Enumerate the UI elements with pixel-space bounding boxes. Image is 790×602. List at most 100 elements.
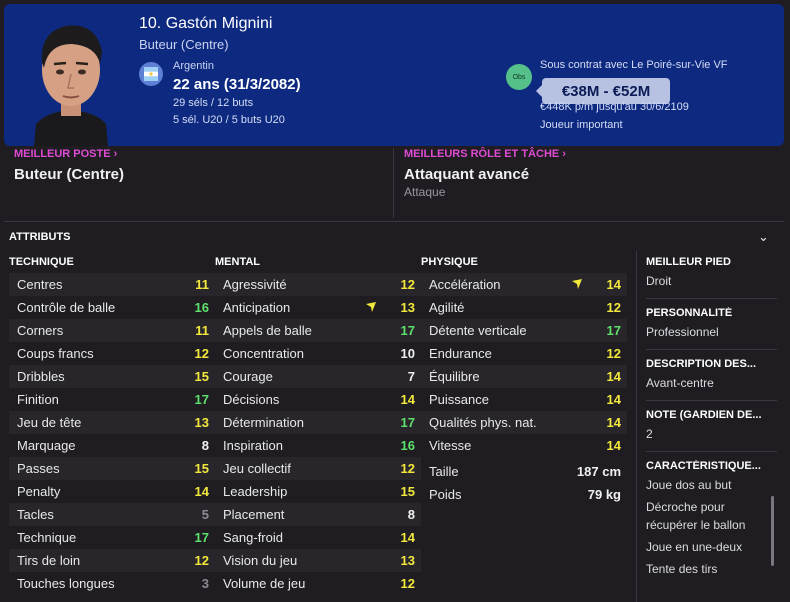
attribute-row[interactable]: Finition 17 <box>9 388 215 411</box>
attribute-row[interactable]: Technique 17 <box>9 526 215 549</box>
attribute-row[interactable]: Appels de balle 17 <box>215 319 421 342</box>
attribute-name: Tacles <box>17 507 54 522</box>
attribute-value: 11 <box>195 323 209 338</box>
attribute-row[interactable]: Tirs de loin 12 <box>9 549 215 572</box>
attribute-trend-arrow-icon <box>571 278 583 293</box>
height-value: 187 cm <box>576 464 621 479</box>
attribute-row[interactable]: Corners 11 <box>9 319 215 342</box>
attribute-row[interactable]: Détente verticale 17 <box>421 319 627 342</box>
attribute-row[interactable]: Agressivité 12 <box>215 273 421 296</box>
attribute-value: 12 <box>606 300 621 315</box>
attribute-row[interactable]: Concentration 10 <box>215 342 421 365</box>
best-role-link[interactable]: MEILLEURS RÔLE ET TÂCHE › <box>404 148 566 160</box>
weight-value: 79 kg <box>587 487 621 502</box>
attribute-value: 15 <box>400 484 415 499</box>
height-row: Taille 187 cm <box>421 460 627 483</box>
best-position-link[interactable]: MEILLEUR POSTE › <box>14 148 124 160</box>
attribute-row[interactable]: Penalty 14 <box>9 480 215 503</box>
divider <box>4 221 784 222</box>
player-info-panel: MEILLEUR PIED Droit PERSONNALITÉ Profess… <box>636 251 784 602</box>
attribute-row[interactable]: Placement 8 <box>215 503 421 526</box>
attribute-name: Qualités phys. nat. <box>429 415 537 430</box>
attribute-name: Vitesse <box>429 438 472 453</box>
player-header: 10. Gastón Mignini Buteur (Centre) Argen… <box>4 4 784 146</box>
attribute-value: 13 <box>194 415 209 430</box>
physical-attributes: Accélération 14 Agilité 12 Détente verticale… <box>421 273 627 457</box>
attribute-row[interactable]: Leadership 15 <box>215 480 421 503</box>
weight-label: Poids <box>429 487 462 502</box>
best-position-section[interactable]: MEILLEUR POSTE › Buteur (Centre) <box>14 148 124 218</box>
traits-label: CARACTÉRISTIQUE... <box>646 460 761 472</box>
attribute-row[interactable]: Puissance 14 <box>421 388 627 411</box>
attribute-value: 5 <box>201 507 209 522</box>
attribute-name: Anticipation <box>223 300 291 315</box>
attribute-row[interactable]: Dribbles 15 <box>9 365 215 388</box>
weight-row: Poids 79 kg <box>421 483 627 506</box>
attribute-row[interactable]: Qualités phys. nat. 14 <box>421 411 627 434</box>
attribute-name: Détente verticale <box>429 323 527 338</box>
attribute-row[interactable]: Inspiration 16 <box>215 434 421 457</box>
mental-attributes: Agressivité 12 Anticipation 13 Appels de bal… <box>215 273 421 595</box>
attribute-value: 14 <box>606 369 621 384</box>
attribute-row[interactable]: Sang-froid 14 <box>215 526 421 549</box>
physical-measurements: Taille 187 cm Poids 79 kg <box>421 460 627 506</box>
attribute-row[interactable]: Décisions 14 <box>215 388 421 411</box>
chevron-down-icon[interactable]: ⌄ <box>758 229 769 245</box>
attribute-name: Jeu de tête <box>17 415 82 430</box>
attribute-value: 14 <box>606 438 621 453</box>
traits-scrollbar[interactable] <box>771 496 774 566</box>
traits-list[interactable]: Joue dos au but Décroche pour récupérer … <box>646 476 777 578</box>
attribute-value: 17 <box>194 530 209 545</box>
attribute-value: 7 <box>407 369 415 384</box>
attribute-row[interactable]: Jeu de tête 13 <box>9 411 215 434</box>
goalkeeper-rating-label: NOTE (GARDIEN DE... <box>646 409 762 421</box>
contract-club[interactable]: Sous contrat avec Le Poiré-sur-Vie VF <box>540 59 728 71</box>
attribute-row[interactable]: Endurance 12 <box>421 342 627 365</box>
divider <box>646 400 777 401</box>
u20-caps: 5 sél. U20 / 5 buts U20 <box>173 114 285 126</box>
attribute-value: 14 <box>606 415 621 430</box>
attribute-row[interactable]: Accélération 14 <box>421 273 627 296</box>
attribute-row[interactable]: Marquage 8 <box>9 434 215 457</box>
attribute-name: Finition <box>17 392 59 407</box>
attribute-row[interactable]: Contrôle de balle 16 <box>9 296 215 319</box>
attribute-value: 14 <box>606 277 621 292</box>
attribute-row[interactable]: Agilité 12 <box>421 296 627 319</box>
attribute-row[interactable]: Courage 7 <box>215 365 421 388</box>
attribute-row[interactable]: Jeu collectif 12 <box>215 457 421 480</box>
player-age: 22 ans (31/3/2082) <box>173 76 301 93</box>
attribute-row[interactable]: Détermination 17 <box>215 411 421 434</box>
divider <box>646 349 777 350</box>
attribute-row[interactable]: Vision du jeu 13 <box>215 549 421 572</box>
attribute-row[interactable]: Touches longues 3 <box>9 572 215 595</box>
obs-icon[interactable]: Obs <box>506 64 532 90</box>
mental-title: MENTAL <box>215 256 261 268</box>
attribute-row[interactable]: Passes 15 <box>9 457 215 480</box>
nationality[interactable]: Argentin <box>173 60 214 72</box>
attribute-name: Volume de jeu <box>223 576 306 591</box>
attribute-row[interactable]: Tacles 5 <box>9 503 215 526</box>
attribute-row[interactable]: Équilibre 14 <box>421 365 627 388</box>
attribute-row[interactable]: Volume de jeu 12 <box>215 572 421 595</box>
attribute-name: Marquage <box>17 438 76 453</box>
attribute-row[interactable]: Vitesse 14 <box>421 434 627 457</box>
divider <box>646 298 777 299</box>
nation-flag-icon[interactable] <box>139 62 163 86</box>
technical-attributes: Centres 11 Contrôle de balle 16 Corners 11 Cou… <box>9 273 215 595</box>
best-role-value: Attaquant avancé <box>404 166 530 183</box>
attribute-row[interactable]: Centres 11 <box>9 273 215 296</box>
attribute-value: 17 <box>400 323 415 338</box>
attribute-name: Équilibre <box>429 369 480 384</box>
attribute-value: 12 <box>400 576 415 591</box>
attribute-value: 12 <box>194 553 209 568</box>
best-role-section[interactable]: MEILLEURS RÔLE ET TÂCHE › Attaquant avan… <box>404 148 566 218</box>
attribute-row[interactable]: Coups francs 12 <box>9 342 215 365</box>
attribute-row[interactable]: Anticipation 13 <box>215 296 421 319</box>
technical-title: TECHNIQUE <box>9 256 74 268</box>
best-position-label: MEILLEUR POSTE <box>14 148 111 160</box>
player-portrait <box>34 25 108 146</box>
attribute-value: 12 <box>194 346 209 361</box>
attribute-value: 8 <box>407 507 415 522</box>
attribute-value: 12 <box>400 277 415 292</box>
attribute-name: Inspiration <box>223 438 283 453</box>
